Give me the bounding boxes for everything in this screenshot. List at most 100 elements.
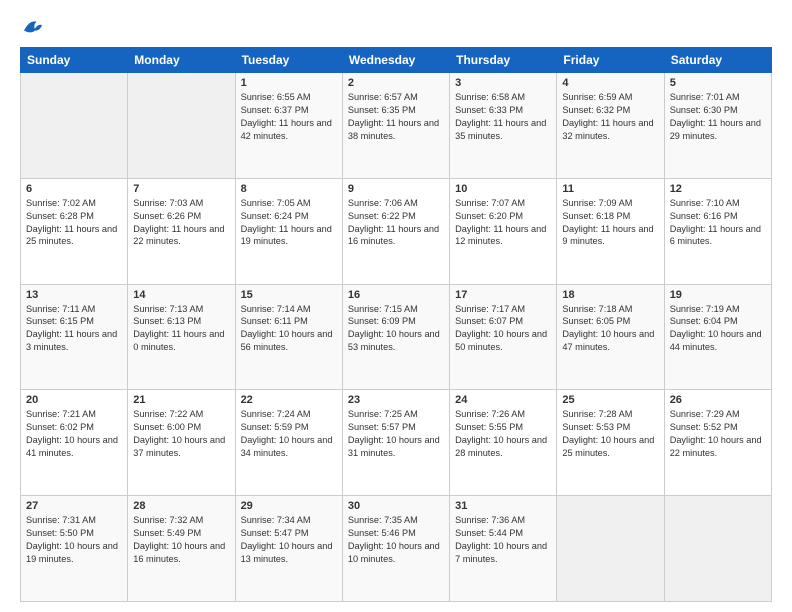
calendar-cell: 4 Sunrise: 6:59 AMSunset: 6:32 PMDaylight… bbox=[557, 73, 664, 179]
calendar-cell: 17 Sunrise: 7:17 AMSunset: 6:07 PMDayligh… bbox=[450, 284, 557, 390]
day-number: 7 bbox=[133, 183, 229, 195]
cell-content: Sunrise: 7:03 AMSunset: 6:26 PMDaylight:… bbox=[133, 197, 229, 249]
calendar-cell: 2 Sunrise: 6:57 AMSunset: 6:35 PMDaylight… bbox=[342, 73, 449, 179]
calendar-cell: 7 Sunrise: 7:03 AMSunset: 6:26 PMDaylight… bbox=[128, 178, 235, 284]
calendar-cell: 3 Sunrise: 6:58 AMSunset: 6:33 PMDaylight… bbox=[450, 73, 557, 179]
day-number: 14 bbox=[133, 289, 229, 301]
calendar-cell: 8 Sunrise: 7:05 AMSunset: 6:24 PMDaylight… bbox=[235, 178, 342, 284]
calendar-cell bbox=[128, 73, 235, 179]
day-number: 18 bbox=[562, 289, 658, 301]
day-number: 2 bbox=[348, 77, 444, 89]
weekday-header-thursday: Thursday bbox=[450, 48, 557, 73]
weekday-header-monday: Monday bbox=[128, 48, 235, 73]
calendar-cell: 23 Sunrise: 7:25 AMSunset: 5:57 PMDayligh… bbox=[342, 390, 449, 496]
day-number: 1 bbox=[241, 77, 337, 89]
day-number: 3 bbox=[455, 77, 551, 89]
day-number: 17 bbox=[455, 289, 551, 301]
cell-content: Sunrise: 7:36 AMSunset: 5:44 PMDaylight:… bbox=[455, 514, 551, 566]
cell-content: Sunrise: 7:06 AMSunset: 6:22 PMDaylight:… bbox=[348, 197, 444, 249]
weekday-header-tuesday: Tuesday bbox=[235, 48, 342, 73]
day-number: 22 bbox=[241, 394, 337, 406]
cell-content: Sunrise: 7:09 AMSunset: 6:18 PMDaylight:… bbox=[562, 197, 658, 249]
calendar-cell: 5Sunrise: 7:01 AMSunset: 6:30 PMDaylight… bbox=[664, 73, 771, 179]
calendar-cell: 10Sunrise: 7:07 AMSunset: 6:20 PMDayligh… bbox=[450, 178, 557, 284]
weekday-header-friday: Friday bbox=[557, 48, 664, 73]
cell-content: Sunrise: 7:02 AMSunset: 6:28 PMDaylight:… bbox=[26, 197, 122, 249]
calendar-cell: 21 Sunrise: 7:22 AMSunset: 6:00 PMDayligh… bbox=[128, 390, 235, 496]
day-number: 9 bbox=[348, 183, 444, 195]
page: SundayMondayTuesdayWednesdayThursdayFrid… bbox=[0, 0, 792, 612]
day-number: 11 bbox=[562, 183, 658, 195]
day-number: 15 bbox=[241, 289, 337, 301]
day-number: 28 bbox=[133, 500, 229, 512]
calendar-cell: 31 Sunrise: 7:36 AMSunset: 5:44 PMDayligh… bbox=[450, 496, 557, 602]
weekday-header-row: SundayMondayTuesdayWednesdayThursdayFrid… bbox=[21, 48, 772, 73]
day-number: 27 bbox=[26, 500, 122, 512]
cell-content: Sunrise: 7:28 AMSunset: 5:53 PMDaylight:… bbox=[562, 408, 658, 460]
day-number: 24 bbox=[455, 394, 551, 406]
calendar-cell: 24Sunrise: 7:26 AMSunset: 5:55 PMDayligh… bbox=[450, 390, 557, 496]
header bbox=[20, 16, 772, 37]
cell-content: Sunrise: 7:18 AMSunset: 6:05 PMDaylight:… bbox=[562, 303, 658, 355]
cell-content: Sunrise: 7:24 AMSunset: 5:59 PMDaylight:… bbox=[241, 408, 337, 460]
cell-content: Sunrise: 6:59 AMSunset: 6:32 PMDaylight:… bbox=[562, 91, 658, 143]
cell-content: Sunrise: 7:14 AMSunset: 6:11 PMDaylight:… bbox=[241, 303, 337, 355]
cell-content: Sunrise: 7:19 AMSunset: 6:04 PMDaylight:… bbox=[670, 303, 766, 355]
week-row-2: 6 Sunrise: 7:02 AMSunset: 6:28 PMDaylight… bbox=[21, 178, 772, 284]
day-number: 31 bbox=[455, 500, 551, 512]
day-number: 4 bbox=[562, 77, 658, 89]
day-number: 13 bbox=[26, 289, 122, 301]
calendar-cell: 28Sunrise: 7:32 AMSunset: 5:49 PMDayligh… bbox=[128, 496, 235, 602]
day-number: 23 bbox=[348, 394, 444, 406]
calendar-cell bbox=[557, 496, 664, 602]
week-row-3: 13 Sunrise: 7:11 AMSunset: 6:15 PMDayligh… bbox=[21, 284, 772, 390]
calendar-cell: 15 Sunrise: 7:14 AMSunset: 6:11 PMDayligh… bbox=[235, 284, 342, 390]
cell-content: Sunrise: 7:25 AMSunset: 5:57 PMDaylight:… bbox=[348, 408, 444, 460]
calendar-cell bbox=[664, 496, 771, 602]
calendar-cell: 12Sunrise: 7:10 AMSunset: 6:16 PMDayligh… bbox=[664, 178, 771, 284]
day-number: 19 bbox=[670, 289, 766, 301]
cell-content: Sunrise: 7:35 AMSunset: 5:46 PMDaylight:… bbox=[348, 514, 444, 566]
weekday-header-sunday: Sunday bbox=[21, 48, 128, 73]
cell-content: Sunrise: 6:55 AMSunset: 6:37 PMDaylight:… bbox=[241, 91, 337, 143]
calendar-cell: 20Sunrise: 7:21 AMSunset: 6:02 PMDayligh… bbox=[21, 390, 128, 496]
cell-content: Sunrise: 7:07 AMSunset: 6:20 PMDaylight:… bbox=[455, 197, 551, 249]
cell-content: Sunrise: 7:21 AMSunset: 6:02 PMDaylight:… bbox=[26, 408, 122, 460]
day-number: 5 bbox=[670, 77, 766, 89]
day-number: 16 bbox=[348, 289, 444, 301]
calendar-cell: 16 Sunrise: 7:15 AMSunset: 6:09 PMDayligh… bbox=[342, 284, 449, 390]
cell-content: Sunrise: 7:29 AMSunset: 5:52 PMDaylight:… bbox=[670, 408, 766, 460]
cell-content: Sunrise: 6:58 AMSunset: 6:33 PMDaylight:… bbox=[455, 91, 551, 143]
calendar-cell: 25 Sunrise: 7:28 AMSunset: 5:53 PMDayligh… bbox=[557, 390, 664, 496]
cell-content: Sunrise: 7:17 AMSunset: 6:07 PMDaylight:… bbox=[455, 303, 551, 355]
cell-content: Sunrise: 6:57 AMSunset: 6:35 PMDaylight:… bbox=[348, 91, 444, 143]
cell-content: Sunrise: 7:11 AMSunset: 6:15 PMDaylight:… bbox=[26, 303, 122, 355]
calendar: SundayMondayTuesdayWednesdayThursdayFrid… bbox=[20, 47, 772, 602]
day-number: 26 bbox=[670, 394, 766, 406]
week-row-1: 1 Sunrise: 6:55 AMSunset: 6:37 PMDaylight… bbox=[21, 73, 772, 179]
cell-content: Sunrise: 7:22 AMSunset: 6:00 PMDaylight:… bbox=[133, 408, 229, 460]
calendar-cell: 6 Sunrise: 7:02 AMSunset: 6:28 PMDaylight… bbox=[21, 178, 128, 284]
calendar-cell: 18 Sunrise: 7:18 AMSunset: 6:05 PMDayligh… bbox=[557, 284, 664, 390]
day-number: 21 bbox=[133, 394, 229, 406]
calendar-cell: 14 Sunrise: 7:13 AMSunset: 6:13 PMDayligh… bbox=[128, 284, 235, 390]
cell-content: Sunrise: 7:34 AMSunset: 5:47 PMDaylight:… bbox=[241, 514, 337, 566]
day-number: 6 bbox=[26, 183, 122, 195]
day-number: 8 bbox=[241, 183, 337, 195]
cell-content: Sunrise: 7:10 AMSunset: 6:16 PMDaylight:… bbox=[670, 197, 766, 249]
logo bbox=[20, 16, 44, 37]
cell-content: Sunrise: 7:05 AMSunset: 6:24 PMDaylight:… bbox=[241, 197, 337, 249]
day-number: 25 bbox=[562, 394, 658, 406]
logo-text bbox=[20, 16, 44, 37]
weekday-header-saturday: Saturday bbox=[664, 48, 771, 73]
weekday-header-wednesday: Wednesday bbox=[342, 48, 449, 73]
cell-content: Sunrise: 7:13 AMSunset: 6:13 PMDaylight:… bbox=[133, 303, 229, 355]
calendar-cell: 27 Sunrise: 7:31 AMSunset: 5:50 PMDayligh… bbox=[21, 496, 128, 602]
calendar-cell: 1 Sunrise: 6:55 AMSunset: 6:37 PMDaylight… bbox=[235, 73, 342, 179]
calendar-cell: 30 Sunrise: 7:35 AMSunset: 5:46 PMDayligh… bbox=[342, 496, 449, 602]
cell-content: Sunrise: 7:31 AMSunset: 5:50 PMDaylight:… bbox=[26, 514, 122, 566]
cell-content: Sunrise: 7:15 AMSunset: 6:09 PMDaylight:… bbox=[348, 303, 444, 355]
calendar-cell: 26 Sunrise: 7:29 AMSunset: 5:52 PMDayligh… bbox=[664, 390, 771, 496]
logo-bird-icon bbox=[22, 18, 44, 36]
day-number: 30 bbox=[348, 500, 444, 512]
